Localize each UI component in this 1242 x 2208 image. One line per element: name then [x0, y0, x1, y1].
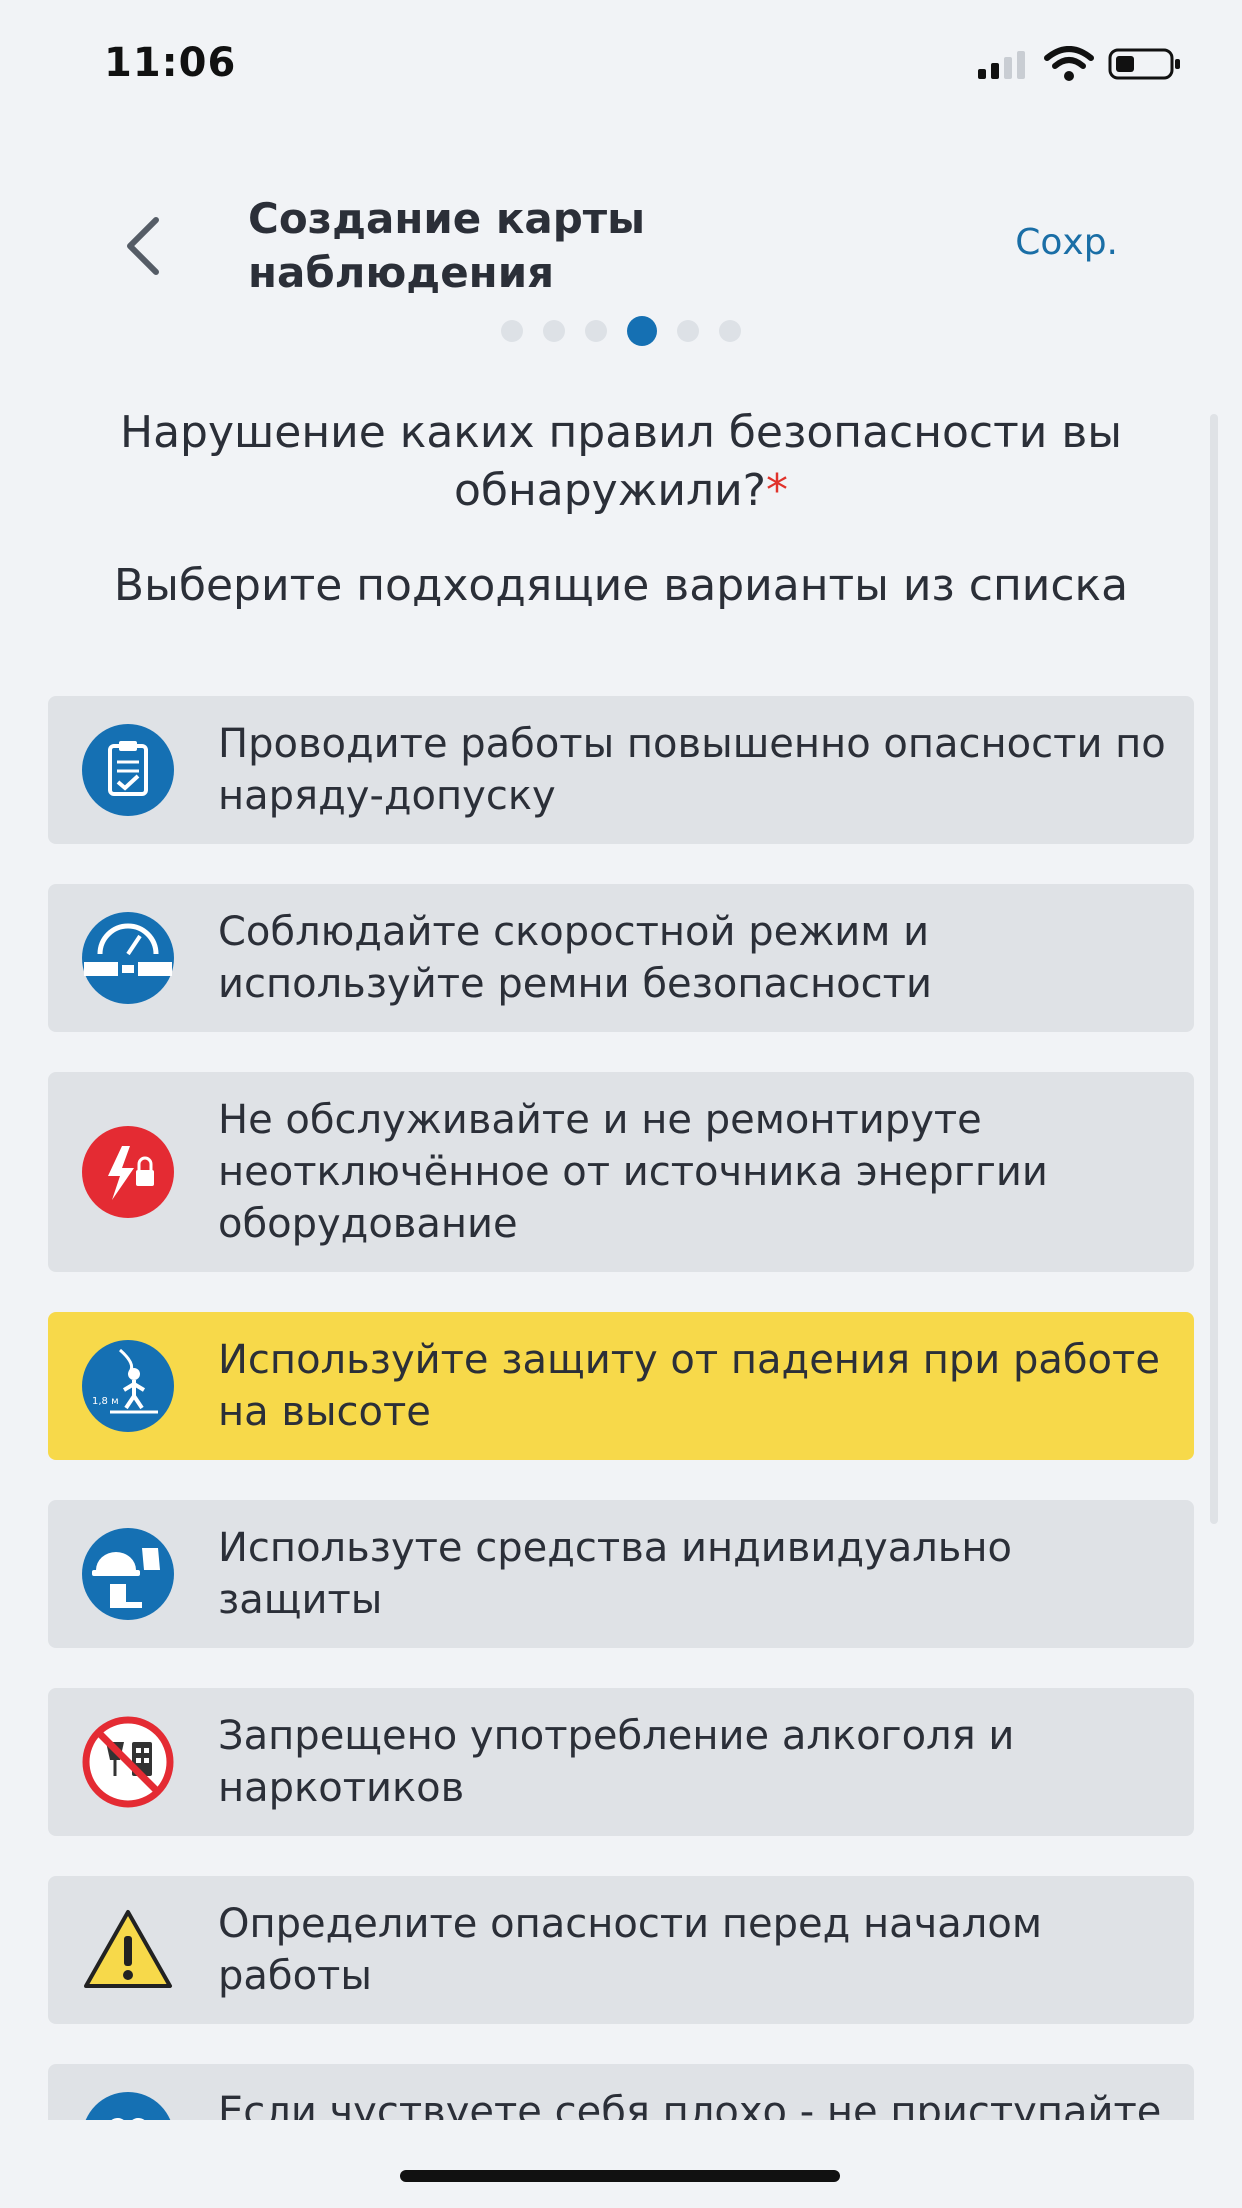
option-label: Соблюдайте скоростной режим и используйт…: [218, 909, 932, 1007]
option-item[interactable]: Соблюдайте скоростной режим и используйт…: [48, 884, 1194, 1032]
fall-protection-icon: 1,8 м: [82, 1340, 174, 1432]
permit-clipboard-icon: [82, 724, 174, 816]
battery-icon: [1108, 48, 1180, 80]
question-text: Нарушение каких правил безопасности вы о…: [40, 404, 1202, 520]
save-button[interactable]: Сохр.: [1015, 222, 1118, 263]
question-hint: Выберите подходящие варианты из списка: [113, 560, 1129, 611]
option-label: Не обслуживайте и не ремонтируте неотклю…: [218, 1097, 1048, 1247]
status-bar: 11:06: [0, 0, 1242, 130]
option-item[interactable]: Если чуствуете себя плохо - не приступай…: [48, 2064, 1194, 2120]
option-item[interactable]: Запрещено употребление алкоголя и наркот…: [48, 1688, 1194, 1836]
seatbelt-speed-icon: [82, 912, 174, 1004]
pager-dot: [585, 320, 607, 342]
option-label: Определите опасности перед началом работ…: [218, 1901, 1043, 1999]
pager-dot-active: [627, 316, 657, 346]
svg-text:1,8 м: 1,8 м: [92, 1396, 119, 1407]
home-indicator[interactable]: [400, 2170, 840, 2182]
ppe-icon: [82, 1528, 174, 1620]
scrollbar[interactable]: [1210, 414, 1218, 1524]
question-label: Нарушение каких правил безопасности вы о…: [119, 407, 1122, 516]
option-label: Проводите работы повышенно опасности по …: [218, 721, 1166, 819]
back-button[interactable]: [112, 206, 172, 286]
pager-dot: [543, 320, 565, 342]
header: Создание карты наблюдения Сохр.: [0, 180, 1242, 320]
option-item-selected[interactable]: 1,8 м Используйте защиту от падения при …: [48, 1312, 1194, 1460]
status-icons: [978, 44, 1182, 84]
option-label: Запрещено употребление алкоголя и наркот…: [218, 1713, 1015, 1811]
option-item[interactable]: Проводите работы повышенно опасности по …: [48, 696, 1194, 844]
no-alcohol-drugs-icon: [82, 1716, 174, 1808]
status-time: 11:06: [104, 40, 237, 86]
warning-triangle-icon: [84, 1910, 172, 1988]
pager-dot: [677, 320, 699, 342]
pager-dot: [501, 320, 523, 342]
options-list: Проводите работы повышенно опасности по …: [48, 696, 1194, 2120]
page-title: Создание карты наблюдения: [248, 194, 646, 297]
wifi-icon: [1044, 46, 1094, 81]
option-label: Если чуствуете себя плохо - не приступай…: [218, 2089, 1162, 2120]
health-icon: [85, 2092, 171, 2120]
energy-lockout-icon: [82, 1126, 174, 1218]
option-item[interactable]: Не обслуживайте и не ремонтируте неотклю…: [48, 1072, 1194, 1272]
cellular-signal-icon: [978, 51, 1025, 79]
pager-dot: [719, 320, 741, 342]
pager-indicator: [0, 316, 1242, 346]
required-mark: *: [766, 465, 789, 516]
option-label: Используйте защиту от падения при работе…: [218, 1337, 1160, 1435]
option-item[interactable]: Используте средства индивидуально защиты: [48, 1500, 1194, 1648]
chevron-left-icon: [127, 217, 159, 275]
option-label: Используте средства индивидуально защиты: [218, 1525, 1012, 1623]
option-item[interactable]: Определите опасности перед началом работ…: [48, 1876, 1194, 2024]
